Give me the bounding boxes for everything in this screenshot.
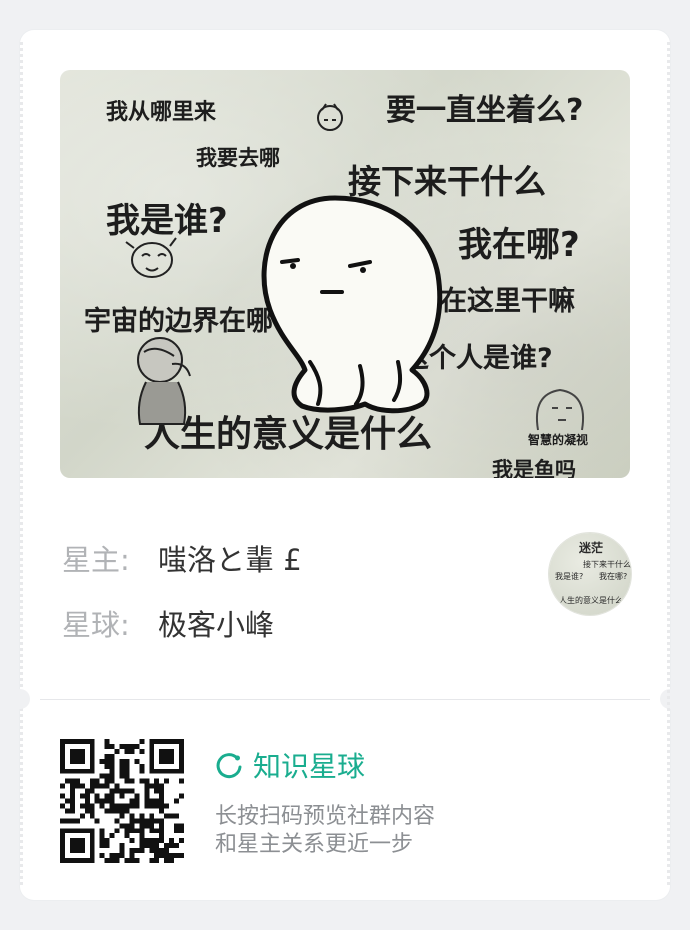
- zsxq-logo-icon: [216, 753, 242, 779]
- avatar-text: 人生的意义是什么: [559, 596, 623, 605]
- cover-image: 我从哪里来 要一直坐着么? 我要去哪 接下来干什么 我是谁? 我在哪? 宇宙的边…: [60, 70, 630, 478]
- tip-line-2: 和星主关系更近一步: [215, 832, 414, 857]
- owner-name: 嗤洛と輩 £: [158, 543, 302, 577]
- avatar-text: 迷茫: [579, 541, 604, 555]
- avatar-text: 接下来干什么: [583, 560, 631, 569]
- avatar-text: 我是谁?: [555, 572, 584, 581]
- brand: 知识星球: [215, 745, 365, 785]
- owner-label: 星主:: [62, 543, 130, 577]
- divider: [40, 699, 650, 700]
- planet-label: 星球:: [62, 608, 130, 642]
- planet-avatar: 迷茫 接下来干什么 我在哪? 我是谁? 人生的意义是什么: [549, 533, 631, 615]
- divider-notch-right: [660, 689, 680, 709]
- divider-notch-left: [10, 689, 30, 709]
- qr-code[interactable]: [60, 739, 184, 863]
- avatar-text: 我在哪?: [599, 572, 628, 581]
- confused-character-illustration: [125, 103, 584, 431]
- invite-card: 我从哪里来 要一直坐着么? 我要去哪 接下来干什么 我是谁? 我在哪? 宇宙的边…: [10, 30, 680, 900]
- planet-name: 极客小峰: [158, 608, 275, 642]
- brand-name: 知识星球: [253, 750, 366, 783]
